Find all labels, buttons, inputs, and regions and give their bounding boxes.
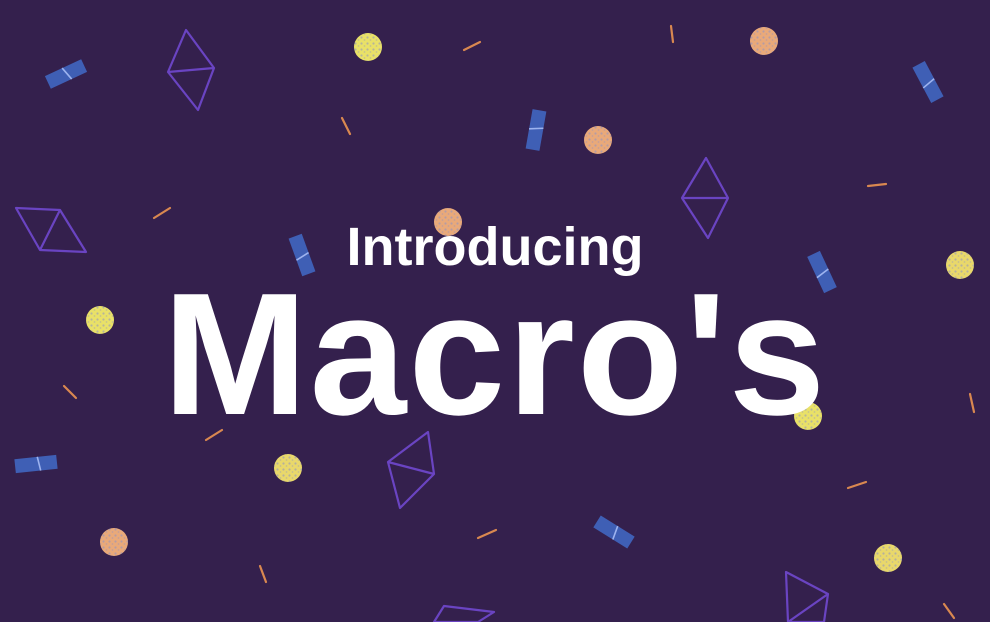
striped-tile — [593, 515, 635, 549]
dash-shape — [258, 564, 268, 584]
striped-tile — [14, 454, 58, 474]
orange-dot — [584, 126, 612, 154]
dash-shape — [846, 480, 868, 490]
diamond-shape — [784, 570, 830, 622]
headline-title: Macro's — [162, 256, 828, 451]
yellow-dot — [274, 454, 302, 482]
striped-tile — [525, 109, 547, 151]
dash-shape — [340, 116, 352, 136]
dash-shape — [462, 40, 482, 52]
diamond-shape — [166, 28, 216, 112]
dash-shape — [942, 602, 956, 620]
orange-dot — [750, 27, 778, 55]
yellow-dot — [874, 544, 902, 572]
dash-shape — [476, 528, 498, 540]
dash-shape — [866, 182, 888, 188]
orange-dot — [100, 528, 128, 556]
yellow-dot — [354, 33, 382, 61]
striped-tile — [44, 59, 88, 89]
striped-tile — [912, 61, 944, 103]
dash-shape — [669, 24, 675, 44]
diamond-shape — [432, 604, 496, 622]
hero-banner: Introducing Macro's — [0, 0, 990, 622]
